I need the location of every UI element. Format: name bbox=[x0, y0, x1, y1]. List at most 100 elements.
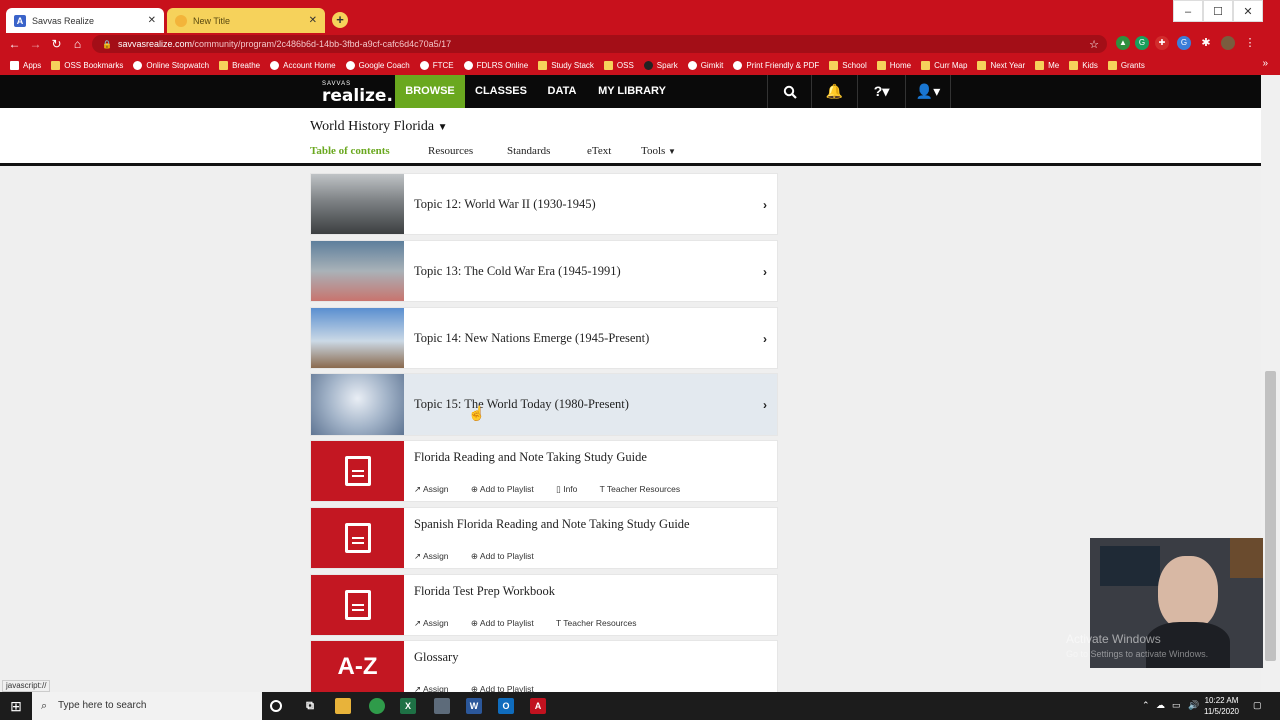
add-to-playlist-button[interactable]: ⊕ Add to Playlist bbox=[471, 684, 544, 692]
bookmark-apps[interactable]: Apps bbox=[10, 60, 41, 70]
action-label: Assign bbox=[423, 684, 449, 692]
list-item[interactable]: Topic 15: The World Today (1980-Present)… bbox=[311, 374, 777, 435]
network-icon[interactable]: ▭ bbox=[1172, 700, 1181, 711]
bookmark-item[interactable]: Account Home bbox=[270, 60, 336, 70]
list-item[interactable]: Topic 12: World War II (1930-1945) › bbox=[311, 174, 777, 234]
assign-button[interactable]: ↗ Assign bbox=[414, 684, 459, 692]
add-to-playlist-button[interactable]: ⊕ Add to Playlist bbox=[471, 551, 544, 561]
action-label: Assign bbox=[423, 484, 449, 494]
extension-drive-icon[interactable]: ▲ bbox=[1116, 36, 1130, 50]
cortana-icon[interactable] bbox=[270, 700, 282, 712]
profile-avatar[interactable] bbox=[1221, 36, 1235, 50]
outlook-icon[interactable]: O bbox=[498, 698, 514, 714]
nav-my-library[interactable]: MY LIBRARY bbox=[592, 75, 672, 108]
tab-tools[interactable]: Tools ▼ bbox=[641, 145, 676, 157]
close-tab-icon[interactable]: ✕ bbox=[148, 15, 156, 26]
bookmark-item[interactable]: Curr Map bbox=[921, 60, 967, 70]
bookmark-item[interactable]: Online Stopwatch bbox=[133, 60, 209, 70]
reload-icon[interactable]: ↻ bbox=[46, 37, 67, 51]
taskbar-clock[interactable]: 10:22 AM 11/5/2020 bbox=[1204, 695, 1239, 717]
close-tab-icon[interactable]: ✕ bbox=[309, 15, 317, 26]
nav-data[interactable]: DATA bbox=[538, 75, 586, 108]
notifications-icon[interactable]: ▢ bbox=[1253, 700, 1262, 711]
bookmark-item[interactable]: Home bbox=[876, 60, 912, 70]
taskbar-search-box[interactable]: ⌕ Type here to search bbox=[32, 692, 262, 720]
home-icon[interactable]: ⌂ bbox=[67, 37, 88, 51]
info-button[interactable]: ▯ Info bbox=[556, 484, 587, 494]
word-icon[interactable]: W bbox=[466, 698, 482, 714]
list-item[interactable]: Florida Test Prep Workbook ↗ Assign ⊕ Ad… bbox=[311, 575, 777, 635]
back-arrow-icon[interactable]: ← bbox=[4, 37, 25, 51]
extension-screencastify-icon[interactable]: ✚ bbox=[1155, 36, 1169, 50]
extension-google-icon[interactable]: G bbox=[1177, 36, 1191, 50]
bookmark-label: Kids bbox=[1082, 60, 1098, 70]
acrobat-icon[interactable]: A bbox=[530, 698, 546, 714]
help-menu-icon[interactable]: ?▾ bbox=[857, 75, 905, 108]
list-item[interactable]: A-Z Glossary ↗ Assign ⊕ Add to Playlist bbox=[311, 641, 777, 692]
file-explorer-icon[interactable] bbox=[335, 698, 351, 714]
tab-new-title[interactable]: New Title ✕ bbox=[167, 8, 325, 33]
bookmark-item[interactable]: School bbox=[829, 60, 867, 70]
tab-standards[interactable]: Standards bbox=[507, 145, 550, 157]
bookmark-item[interactable]: Grants bbox=[1107, 60, 1145, 70]
teacher-resources-button[interactable]: T Teacher Resources bbox=[556, 618, 646, 628]
maximize-button[interactable]: ☐ bbox=[1203, 0, 1233, 22]
minimize-button[interactable]: – bbox=[1173, 0, 1203, 22]
add-to-playlist-button[interactable]: ⊕ Add to Playlist bbox=[471, 484, 544, 494]
app-taskbar-icon[interactable] bbox=[434, 698, 450, 714]
user-menu-icon[interactable]: 👤▾ bbox=[905, 75, 951, 108]
volume-icon[interactable]: 🔊 bbox=[1188, 700, 1199, 711]
bookmark-item[interactable]: Breathe bbox=[219, 60, 260, 70]
bookmark-item[interactable]: Next Year bbox=[977, 60, 1025, 70]
close-window-button[interactable]: ✕ bbox=[1233, 0, 1263, 22]
onedrive-icon[interactable]: ☁ bbox=[1156, 700, 1165, 711]
bookmark-item[interactable]: Kids bbox=[1069, 60, 1098, 70]
bookmark-label: Home bbox=[889, 60, 912, 70]
excel-icon[interactable]: X bbox=[400, 698, 416, 714]
forward-arrow-icon[interactable]: → bbox=[25, 37, 46, 51]
bookmarks-overflow-icon[interactable]: » bbox=[1262, 58, 1268, 69]
bookmark-item[interactable]: OSS bbox=[603, 60, 634, 70]
chrome-menu-icon[interactable]: ⋮ bbox=[1243, 36, 1257, 50]
tab-savvas-realize[interactable]: A Savvas Realize ✕ bbox=[6, 8, 164, 33]
list-item[interactable]: Topic 14: New Nations Emerge (1945-Prese… bbox=[311, 308, 777, 368]
notifications-bell-icon[interactable]: 🔔 bbox=[811, 75, 857, 108]
extensions-puzzle-icon[interactable]: ✱ bbox=[1199, 36, 1213, 50]
search-icon[interactable] bbox=[767, 75, 811, 108]
bookmark-star-icon[interactable]: ☆ bbox=[1089, 38, 1099, 51]
task-view-icon[interactable]: ⧉ bbox=[302, 698, 318, 714]
chrome-taskbar-icon[interactable] bbox=[369, 698, 385, 714]
list-item[interactable]: Topic 13: The Cold War Era (1945-1991) › bbox=[311, 241, 777, 301]
teacher-resources-button[interactable]: T Teacher Resources bbox=[600, 484, 690, 494]
bookmark-item[interactable]: Google Coach bbox=[345, 60, 410, 70]
bookmark-item[interactable]: Me bbox=[1035, 60, 1059, 70]
list-item[interactable]: Florida Reading and Note Taking Study Gu… bbox=[311, 441, 777, 501]
bookmark-item[interactable]: FTCE bbox=[419, 60, 454, 70]
bookmark-item[interactable]: Gimkit bbox=[687, 60, 723, 70]
scrollbar-thumb[interactable] bbox=[1265, 371, 1276, 661]
nav-classes[interactable]: CLASSES bbox=[468, 75, 534, 108]
list-item[interactable]: Spanish Florida Reading and Note Taking … bbox=[311, 508, 777, 568]
bookmark-item[interactable]: OSS Bookmarks bbox=[51, 60, 123, 70]
tab-resources[interactable]: Resources bbox=[428, 145, 473, 157]
add-to-playlist-button[interactable]: ⊕ Add to Playlist bbox=[471, 618, 544, 628]
bookmark-label: Spark bbox=[656, 60, 678, 70]
bookmark-item[interactable]: Print Friendly & PDF bbox=[733, 60, 819, 70]
new-tab-button[interactable]: + bbox=[332, 12, 348, 28]
tab-table-of-contents[interactable]: Table of contents bbox=[310, 145, 390, 157]
program-title[interactable]: World History Florida ▼ bbox=[310, 119, 448, 135]
realize-logo[interactable]: SAVVAS realize. bbox=[322, 81, 393, 106]
windows-start-icon[interactable]: ⊞ bbox=[0, 692, 32, 720]
extension-grammarly-icon[interactable]: G bbox=[1135, 36, 1149, 50]
bookmark-item[interactable]: Spark bbox=[643, 60, 678, 70]
address-bar[interactable]: 🔒 savvasrealize.com/community/program/2c… bbox=[92, 35, 1107, 53]
bookmark-item[interactable]: Study Stack bbox=[538, 60, 594, 70]
assign-button[interactable]: ↗ Assign bbox=[414, 551, 459, 561]
assign-button[interactable]: ↗ Assign bbox=[414, 618, 459, 628]
tray-chevron-icon[interactable]: ⌃ bbox=[1142, 700, 1150, 711]
page-scrollbar[interactable] bbox=[1261, 75, 1280, 692]
tab-etext[interactable]: eText bbox=[587, 145, 611, 157]
assign-button[interactable]: ↗ Assign bbox=[414, 484, 459, 494]
nav-browse[interactable]: BROWSE bbox=[395, 75, 465, 108]
bookmark-item[interactable]: FDLRS Online bbox=[463, 60, 528, 70]
